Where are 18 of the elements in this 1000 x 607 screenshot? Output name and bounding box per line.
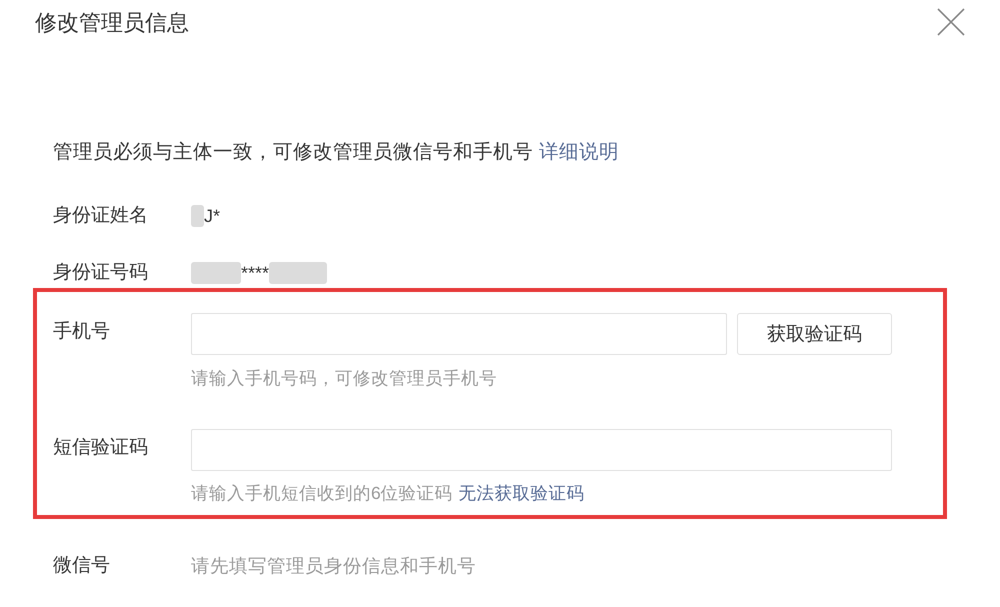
cannot-get-code-link[interactable]: 无法获取验证码 <box>458 481 585 505</box>
identity-value: J* <box>204 205 220 228</box>
details-link[interactable]: 详细说明 <box>539 140 619 164</box>
field-label: 手机号 <box>53 320 111 344</box>
hint-text: 请输入手机短信收到的6位验证码 <box>191 482 453 505</box>
hint-text: 请输入手机号码，可修改管理员手机号 <box>191 367 497 390</box>
field-label: 短信验证码 <box>53 436 149 460</box>
field-label: 微信号 <box>53 554 111 578</box>
close-icon[interactable] <box>937 8 965 36</box>
field-label: 身份证姓名 <box>53 204 149 228</box>
notice-text: 管理员必须与主体一致，可修改管理员微信号和手机号 <box>53 140 533 164</box>
sms-code-input[interactable] <box>191 429 892 471</box>
phone-input[interactable] <box>191 313 727 355</box>
dialog-title: 修改管理员信息 <box>35 10 189 36</box>
field-label: 身份证号码 <box>53 261 149 285</box>
wechat-value: 请先填写管理员身份信息和手机号 <box>191 554 476 578</box>
identity-value: **** <box>241 262 270 285</box>
get-code-button[interactable]: 获取验证码 <box>737 313 892 355</box>
